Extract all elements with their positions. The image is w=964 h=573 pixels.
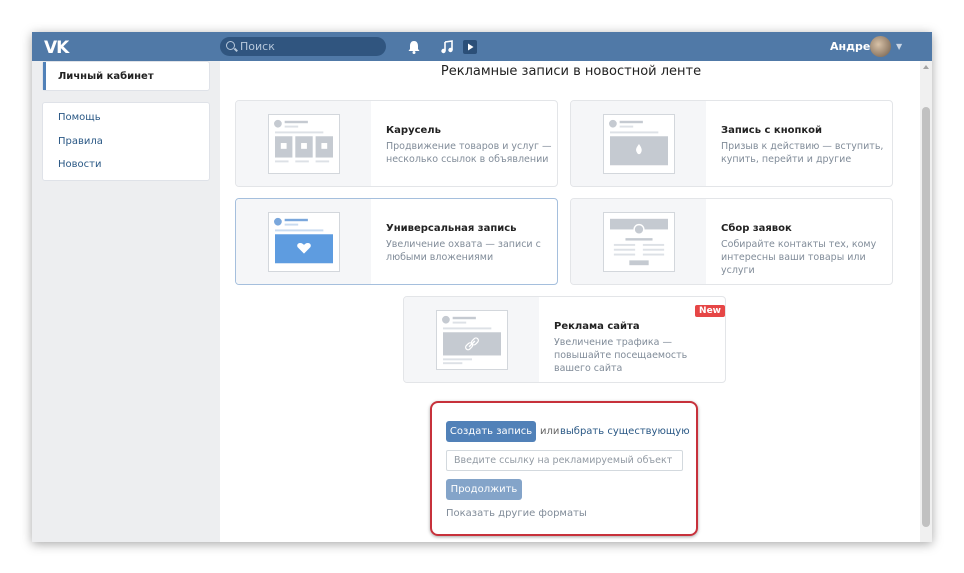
sidebar-link-news[interactable]: Новости <box>58 159 101 170</box>
continue-button[interactable]: Продолжить <box>446 479 522 500</box>
scrollbar[interactable] <box>920 61 932 542</box>
music-icon[interactable] <box>439 39 455 55</box>
card-thumb-area <box>404 297 539 382</box>
card-title: Запись с кнопкой <box>721 125 823 136</box>
search-input[interactable]: Поиск <box>220 37 386 56</box>
format-card-site-ad[interactable]: Реклама сайта Увеличение трафика — повыш… <box>403 296 726 383</box>
or-text: или <box>540 426 560 437</box>
card-thumb-area <box>571 101 706 186</box>
active-indicator <box>43 62 46 90</box>
card-description: Увеличение охвата — записи с любыми влож… <box>386 239 541 263</box>
card-thumb-area <box>571 199 706 284</box>
show-other-formats-link[interactable]: Показать другие форматы <box>446 508 587 519</box>
card-description: Призыв к действию — вступить, купить, пе… <box>721 141 884 165</box>
format-card-universal-post[interactable]: Универсальная запись Увеличение охвата —… <box>235 198 558 285</box>
site-ad-thumb-icon <box>436 310 508 370</box>
search-placeholder: Поиск <box>240 40 275 53</box>
sidebar-item-cabinet[interactable]: Личный кабинет <box>42 61 210 91</box>
ad-link-input[interactable]: Введите ссылку на рекламируемый объект <box>446 450 683 471</box>
vk-logo[interactable]: VK <box>44 38 69 58</box>
button-post-thumb-icon <box>603 114 675 174</box>
avatar[interactable] <box>870 36 891 57</box>
card-description: Увеличение трафика — повышайте посещаемо… <box>554 337 688 374</box>
card-title: Сбор заявок <box>721 223 792 234</box>
bell-icon[interactable] <box>406 39 422 55</box>
format-card-lead-form[interactable]: Сбор заявок Собирайте контакты тех, кому… <box>570 198 893 285</box>
card-title: Реклама сайта <box>554 321 640 332</box>
universal-post-thumb-icon <box>268 212 340 272</box>
carousel-thumb-icon <box>268 114 340 174</box>
format-card-carousel[interactable]: Карусель Продвижение товаров и услуг — н… <box>235 100 558 187</box>
sidebar-link-help[interactable]: Помощь <box>58 112 101 123</box>
card-thumb-area <box>236 199 371 284</box>
card-title: Карусель <box>386 125 441 136</box>
card-description: Продвижение товаров и услуг — несколько … <box>386 141 552 165</box>
sidebar-links: Помощь Правила Новости <box>42 102 210 181</box>
scroll-up-icon[interactable] <box>923 65 929 69</box>
sidebar-link-rules[interactable]: Правила <box>58 136 103 147</box>
top-header: VK Поиск Андрей ▼ <box>32 32 932 61</box>
lead-form-thumb-icon <box>603 212 675 272</box>
browser-window: VK Поиск Андрей ▼ Личный кабинет Помощь … <box>32 32 932 542</box>
sidebar-item-label: Личный кабинет <box>58 71 154 82</box>
search-icon <box>226 41 235 50</box>
chevron-down-icon[interactable]: ▼ <box>896 42 902 51</box>
card-thumb-area <box>236 101 371 186</box>
page-title: Рекламные записи в новостной ленте <box>440 64 702 79</box>
video-icon[interactable] <box>462 39 478 55</box>
choose-existing-link[interactable]: выбрать существующую <box>560 426 690 437</box>
scroll-thumb[interactable] <box>922 107 930 527</box>
format-card-button-post[interactable]: Запись с кнопкой Призыв к действию — вст… <box>570 100 893 187</box>
create-post-button[interactable]: Создать запись <box>446 421 536 442</box>
card-title: Универсальная запись <box>386 223 517 234</box>
card-description: Собирайте контакты тех, кому интересны в… <box>721 239 877 276</box>
main-content: Рекламные записи в новостной ленте Карус… <box>220 61 922 542</box>
new-badge: New <box>695 305 725 317</box>
